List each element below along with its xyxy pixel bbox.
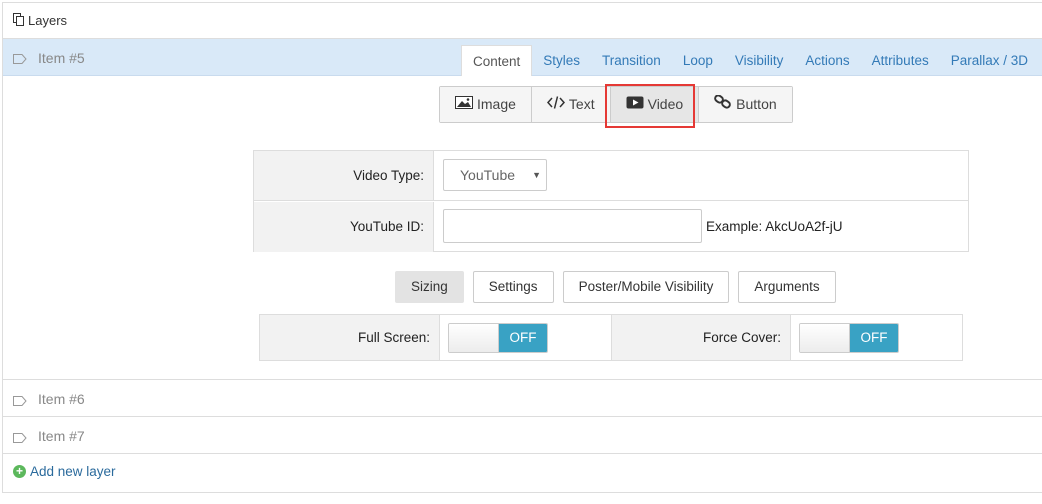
text-type-button[interactable]: Text: [531, 87, 611, 122]
full-screen-state: OFF: [499, 324, 547, 352]
tab-loop[interactable]: Loop: [672, 45, 724, 76]
force-cover-state: OFF: [850, 324, 898, 352]
tab-parallax-3d[interactable]: Parallax / 3D: [940, 45, 1039, 76]
tag-icon: [13, 431, 27, 443]
image-type-button[interactable]: Image: [440, 87, 532, 122]
add-new-layer-link[interactable]: + Add new layer: [13, 464, 116, 479]
layer-item-label: Item #5: [38, 50, 85, 66]
tag-icon: [13, 52, 27, 64]
force-cover-toggle[interactable]: OFF: [799, 323, 899, 353]
play-icon: [626, 87, 644, 122]
video-type-row: Video Type: YouTube ▼: [254, 151, 968, 201]
content-type-group: Image Text Video Button: [439, 86, 793, 123]
layer-item-5[interactable]: Item #5 Content Styles Transition Loop V…: [3, 39, 1042, 76]
sub-tab-sizing[interactable]: Sizing: [395, 271, 464, 303]
layer-item-label: Item #6: [38, 391, 85, 407]
toggle-knob: [449, 324, 499, 352]
layers-header: Layers: [3, 3, 1042, 39]
video-settings-form: Video Type: YouTube ▼ YouTube ID: Exampl…: [253, 150, 969, 252]
tag-icon: [13, 394, 27, 406]
button-type-label: Button: [736, 96, 777, 112]
layer-item-7[interactable]: Item #7: [3, 417, 1042, 454]
video-type-select[interactable]: YouTube ▼: [443, 159, 547, 191]
video-type-value: YouTube: [460, 167, 516, 183]
caret-down-icon: ▼: [532, 170, 541, 180]
full-screen-toggle[interactable]: OFF: [448, 323, 548, 353]
tab-actions[interactable]: Actions: [794, 45, 860, 76]
video-type-label: Video: [647, 96, 684, 112]
layer-item-5-body: Image Text Video Button Video Type: YouT…: [3, 76, 1042, 380]
copy-icon: [13, 13, 24, 26]
image-icon: [455, 87, 473, 122]
video-sub-tabs: Sizing Settings Poster/Mobile Visibility…: [395, 271, 845, 303]
text-type-label: Text: [568, 96, 595, 112]
tab-attributes[interactable]: Attributes: [861, 45, 940, 76]
force-cover-label: Force Cover:: [611, 315, 791, 360]
layers-title: Layers: [28, 13, 68, 28]
video-type-label: Video Type:: [254, 151, 434, 200]
youtube-id-input[interactable]: [443, 209, 702, 243]
sub-tab-settings[interactable]: Settings: [472, 271, 554, 303]
sub-tab-poster-mobile-visibility[interactable]: Poster/Mobile Visibility: [562, 271, 730, 303]
tab-content[interactable]: Content: [460, 45, 533, 76]
sub-tab-arguments[interactable]: Arguments: [738, 271, 836, 303]
layers-panel: Layers Item #5 Content Styles Transition…: [2, 2, 1042, 493]
tab-visibility[interactable]: Visibility: [724, 45, 795, 76]
code-icon: [546, 87, 565, 122]
add-new-layer-label: Add new layer: [30, 464, 116, 479]
video-type-button[interactable]: Video: [610, 87, 700, 122]
full-screen-label: Full Screen:: [260, 315, 440, 360]
button-type-button[interactable]: Button: [699, 87, 792, 122]
youtube-id-label: YouTube ID:: [254, 202, 434, 252]
plus-circle-icon: +: [13, 465, 26, 478]
youtube-id-example: Example: AkcUoA2f-jU: [706, 219, 843, 234]
tab-transition[interactable]: Transition: [591, 45, 672, 76]
layer-tabs: Content Styles Transition Loop Visibilit…: [460, 45, 1039, 76]
sizing-options: Full Screen: OFF Force Cover: OFF: [259, 314, 963, 361]
layer-item-label: Item #7: [38, 428, 85, 444]
tab-styles[interactable]: Styles: [532, 45, 591, 76]
link-icon: [714, 87, 732, 122]
image-type-label: Image: [477, 96, 516, 112]
youtube-id-row: YouTube ID: Example: AkcUoA2f-jU: [254, 202, 968, 252]
toggle-knob: [800, 324, 850, 352]
layer-item-6[interactable]: Item #6: [3, 380, 1042, 417]
